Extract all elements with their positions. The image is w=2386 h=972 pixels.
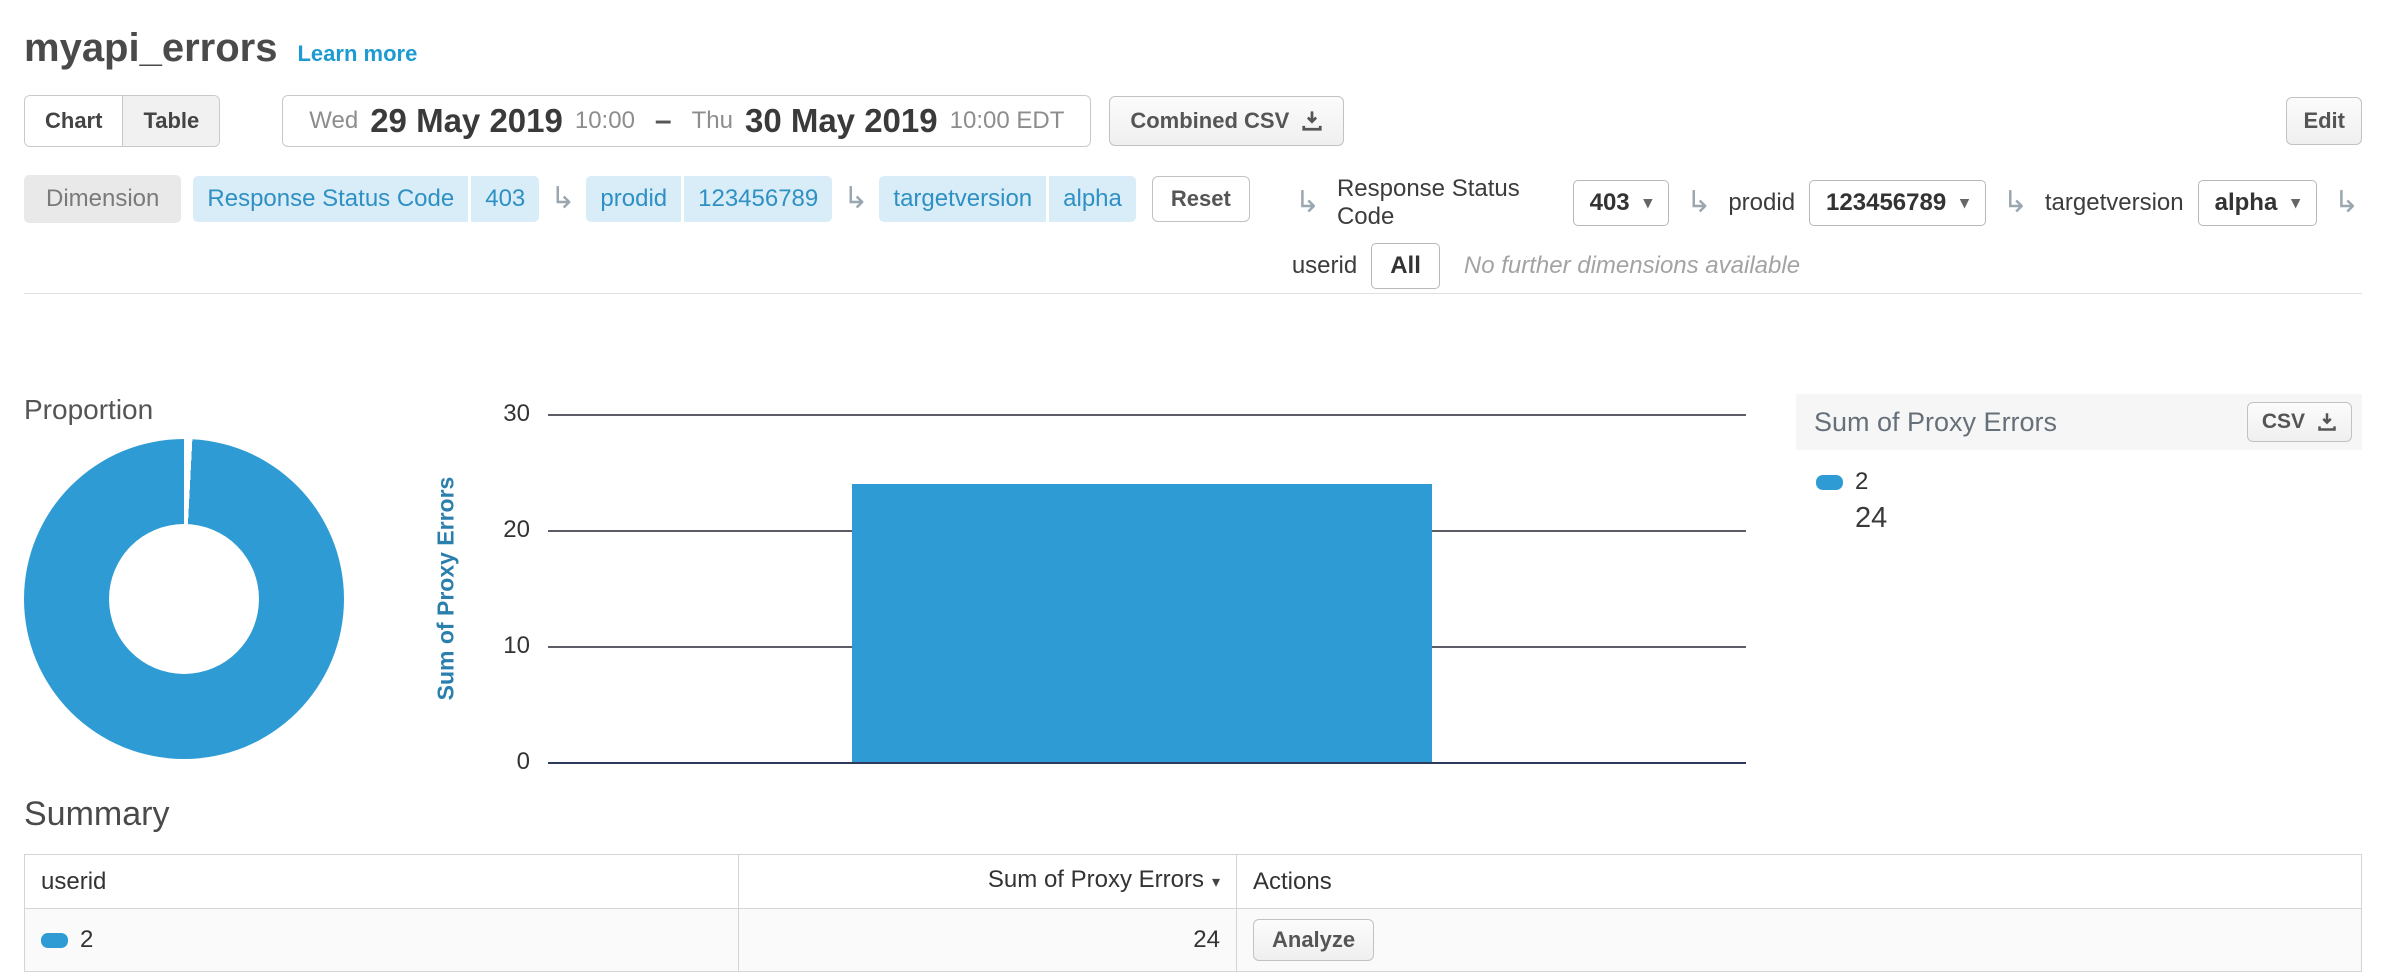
userid-label: userid [1292, 252, 1357, 280]
toolbar: Chart Table Wed 29 May 2019 10:00 – Thu … [24, 95, 2362, 147]
start-date: 29 May 2019 [370, 102, 563, 140]
gridline [548, 762, 1746, 764]
chart-view-button[interactable]: Chart [25, 96, 123, 146]
column-header-sum[interactable]: Sum of Proxy Errors▾ [739, 855, 1237, 909]
header: myapi_errors Learn more [24, 0, 2362, 71]
legend-value: 24 [1855, 502, 2362, 535]
proportion-donut-chart[interactable] [24, 439, 344, 759]
legend-item[interactable]: 2 [1816, 468, 2362, 496]
breadcrumb-name: Response Status Code [193, 176, 468, 222]
download-icon [1301, 110, 1323, 132]
y-tick-label: 0 [436, 747, 530, 777]
dimension-selector-1: ↳ prodid 123456789▾ [1683, 180, 1986, 226]
bar-chart-y-axis: 0 10 20 30 [436, 394, 530, 779]
breadcrumb-chip-2[interactable]: targetversionalpha [879, 176, 1135, 222]
date-range-picker[interactable]: Wed 29 May 2019 10:00 – Thu 30 May 2019 … [282, 95, 1091, 147]
legend-panel: Sum of Proxy Errors CSV 2 24 [1796, 394, 2362, 535]
date-range-separator: – [655, 104, 672, 138]
cell-actions: Analyze [1237, 909, 2362, 972]
view-toggle: Chart Table [24, 95, 220, 147]
selector-name: prodid [1728, 189, 1795, 217]
breadcrumb-value: 403 [471, 176, 539, 222]
dimension-selectors: ↳ Response Status Code 403▾ ↳ prodid 12345678… [1292, 175, 2362, 289]
selector-name: targetversion [2045, 189, 2184, 217]
breadcrumb-chip-0[interactable]: Response Status Code403 [193, 176, 539, 222]
dimension-selector-0: ↳ Response Status Code 403▾ [1292, 175, 1669, 231]
column-header-userid[interactable]: userid [25, 855, 739, 909]
no-more-dimensions-text: No further dimensions available [1464, 252, 1800, 280]
dimension-select-2[interactable]: alpha▾ [2198, 180, 2317, 226]
analytics-dashboard: myapi_errors Learn more Chart Table Wed … [0, 0, 2386, 968]
caret-down-icon: ▾ [2291, 193, 2300, 213]
dimension-select-0[interactable]: 403▾ [1573, 180, 1670, 226]
csv-button[interactable]: CSV [2247, 402, 2352, 442]
drilldown-arrow-icon: ↳ [1295, 188, 1320, 218]
breadcrumb-name: prodid [586, 176, 681, 222]
drilldown-arrow-icon: ↳ [1686, 188, 1711, 218]
reset-button[interactable]: Reset [1152, 176, 1250, 222]
edit-button[interactable]: Edit [2286, 97, 2362, 145]
proportion-title: Proportion [24, 394, 153, 426]
end-date: 30 May 2019 [745, 102, 938, 140]
drilldown-arrow-icon: ↳ [2334, 188, 2359, 218]
start-time: 10:00 [575, 107, 635, 135]
drilldown-arrow-icon: ↳ [843, 184, 868, 214]
dimension-label: Dimension [24, 175, 181, 223]
gridline [548, 414, 1746, 416]
donut-hole [109, 524, 259, 674]
breadcrumb-value: 123456789 [684, 176, 832, 222]
end-day: Thu [692, 107, 733, 135]
legend-panel-title: Sum of Proxy Errors [1814, 407, 2057, 438]
cell-userid: 2 [25, 909, 739, 972]
breadcrumb-value: alpha [1049, 176, 1136, 222]
end-time: 10:00 EDT [950, 107, 1065, 135]
download-icon [2317, 412, 2337, 432]
summary-title: Summary [24, 795, 2362, 834]
userid-all-button[interactable]: All [1371, 243, 1440, 289]
dimension-selector-2: ↳ targetversion alpha▾ [2000, 180, 2317, 226]
table-row: 2 24 Analyze [25, 909, 2362, 972]
charts-section: Proportion Sum of Proxy Errors 0 10 20 30 S… [24, 394, 2362, 779]
caret-down-icon: ▾ [1960, 193, 1969, 213]
drilldown-arrow-icon: ↳ [550, 184, 575, 214]
combined-csv-button[interactable]: Combined CSV [1109, 96, 1344, 146]
series-swatch [41, 933, 68, 948]
dimension-section: Dimension Response Status Code403↳prodid… [24, 175, 2362, 289]
legend-panel-header: Sum of Proxy Errors CSV [1796, 394, 2362, 450]
userid-row: userid All No further dimensions availab… [1292, 243, 2362, 289]
learn-more-link[interactable]: Learn more [297, 41, 417, 67]
page-title: myapi_errors [24, 26, 277, 71]
combined-csv-label: Combined CSV [1130, 108, 1289, 134]
breadcrumb-chip-1[interactable]: prodid123456789 [586, 176, 832, 222]
y-tick-label: 20 [436, 515, 530, 545]
bar-chart-plot-area [548, 414, 1746, 762]
y-tick-label: 10 [436, 631, 530, 661]
y-tick-label: 30 [436, 399, 530, 429]
caret-down-icon: ▾ [1644, 193, 1653, 213]
sort-descending-icon: ▾ [1212, 874, 1220, 891]
start-day: Wed [309, 107, 358, 135]
section-divider [24, 293, 2362, 294]
dimension-select-1[interactable]: 123456789▾ [1809, 180, 1986, 226]
legend-swatch [1816, 475, 1843, 490]
cell-sum: 24 [739, 909, 1237, 972]
dimension-breadcrumbs: Response Status Code403 ↳ prodid123456789 ↳… [193, 176, 1136, 222]
summary-table: userid Sum of Proxy Errors▾ Actions 2 24… [24, 854, 2362, 972]
legend-label: 2 [1855, 468, 1868, 496]
table-view-button[interactable]: Table [123, 96, 219, 146]
bar[interactable] [852, 484, 1432, 762]
summary-header-row: userid Sum of Proxy Errors▾ Actions [25, 855, 2362, 909]
column-header-actions: Actions [1237, 855, 2362, 909]
breadcrumb-name: targetversion [879, 176, 1046, 222]
dimension-breadcrumb-bar: Dimension Response Status Code403 ↳ prodid… [24, 175, 1250, 223]
dimension-selector-row: ↳ Response Status Code 403▾ ↳ prodid 12345678… [1292, 175, 2362, 231]
selector-name: Response Status Code [1337, 175, 1559, 231]
analyze-button[interactable]: Analyze [1253, 919, 1374, 961]
drilldown-arrow-icon: ↳ [2003, 188, 2028, 218]
csv-label: CSV [2262, 410, 2305, 434]
